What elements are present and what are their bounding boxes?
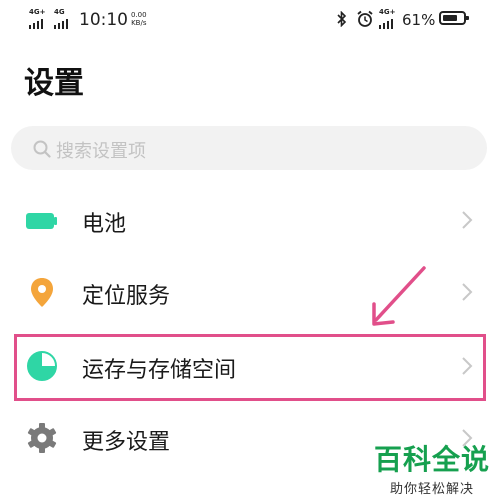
- settings-item-battery[interactable]: 电池: [0, 184, 500, 256]
- location-pin-icon: [31, 278, 53, 307]
- watermark-brand: 百科全说: [374, 443, 491, 476]
- search-placeholder: 搜索设置项: [56, 141, 146, 162]
- network-speed: 0.00 KB/s: [131, 11, 147, 27]
- search-icon: [33, 140, 51, 158]
- sim1-network-type: 4G+: [29, 8, 46, 16]
- settings-item-label: 电池: [82, 212, 127, 237]
- network-speed-value: 0.00: [131, 11, 147, 19]
- battery-percentage: 61%: [402, 11, 436, 29]
- highlight-box: [14, 334, 486, 401]
- bluetooth-icon: [337, 11, 347, 27]
- right-network-type: 4G+: [379, 8, 396, 16]
- watermark-tagline: 助你轻松解决: [389, 482, 474, 497]
- watermark: 百科全说 助你轻松解决: [374, 438, 490, 497]
- network-speed-unit: KB/s: [131, 19, 147, 27]
- gear-icon: [27, 423, 57, 453]
- search-input[interactable]: 搜索设置项: [11, 126, 487, 170]
- sim2-network-type: 4G: [54, 8, 65, 16]
- pointer-arrow-icon: [372, 266, 426, 326]
- settings-item-label: 更多设置: [82, 430, 171, 455]
- settings-item-label: 定位服务: [82, 284, 171, 309]
- chevron-right-icon: [462, 283, 473, 301]
- page-title: 设置: [24, 66, 84, 101]
- status-time: 10:10: [79, 10, 128, 30]
- chevron-right-icon: [462, 211, 473, 229]
- battery-icon: [439, 11, 469, 25]
- alarm-icon: [357, 10, 373, 27]
- battery-icon: [26, 213, 57, 229]
- status-bar: 4G+ 4G 10:10 0.00 KB/s 4G+ 61%: [0, 0, 500, 40]
